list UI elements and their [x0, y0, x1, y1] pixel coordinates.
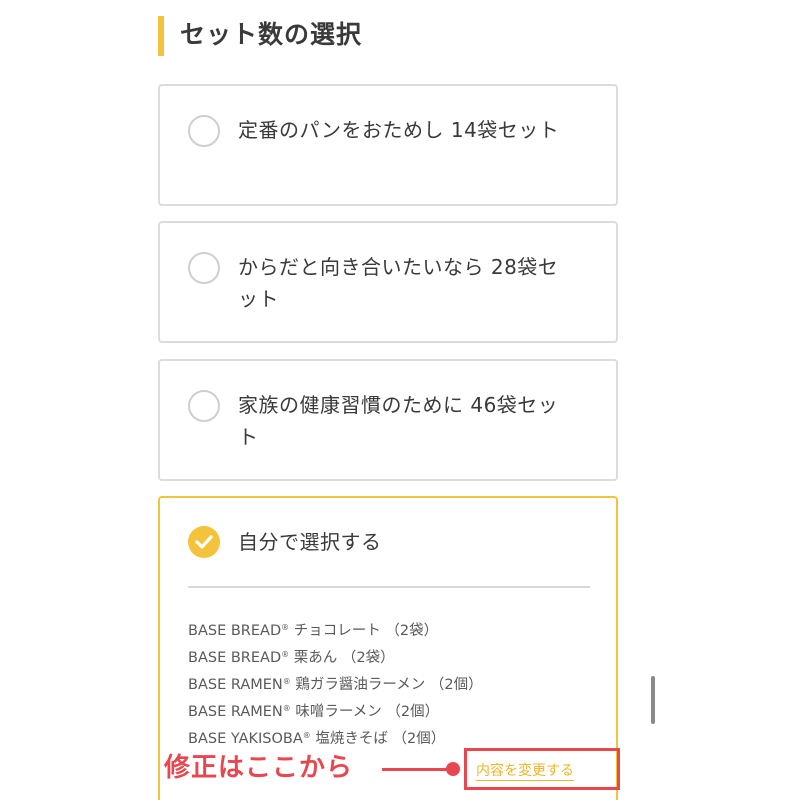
registered-mark: ®: [281, 650, 290, 659]
radio-button-custom[interactable]: [188, 526, 220, 558]
option-card-46[interactable]: 家族の健康習慣のために 46袋セット: [158, 359, 618, 481]
item-qty: （2個）: [429, 677, 483, 693]
list-item: BASE BREAD® 栗あん （2袋）: [188, 643, 483, 670]
item-brand: BASE RAMEN: [188, 704, 283, 720]
item-qty: （2袋）: [341, 650, 395, 666]
annotation-highlight-box: [464, 748, 620, 790]
list-item: BASE RAMEN® 鶏ガラ醤油ラーメン （2個）: [188, 670, 483, 697]
registered-mark: ®: [282, 704, 291, 713]
item-brand: BASE RAMEN: [188, 677, 283, 693]
item-brand: BASE BREAD: [188, 623, 282, 639]
annotation-arrow-line: [382, 768, 450, 771]
annotation-label: 修正はここから: [164, 753, 354, 783]
option-label-custom: 自分で選択する: [238, 530, 382, 554]
radio-button-28[interactable]: [188, 252, 220, 284]
item-qty: （2個）: [386, 704, 440, 720]
item-brand: BASE YAKISOBA: [188, 731, 303, 747]
section-accent-bar: [158, 16, 164, 56]
list-item: BASE BREAD® チョコレート （2袋）: [188, 616, 483, 643]
check-icon: [195, 535, 213, 549]
item-brand: BASE BREAD: [188, 650, 282, 666]
option-label-46: 家族の健康習慣のために 46袋セット: [238, 393, 559, 449]
registered-mark: ®: [302, 731, 311, 740]
item-name: 味噌ラーメン: [295, 704, 382, 720]
list-item: BASE YAKISOBA® 塩焼きそば （2個）: [188, 724, 483, 751]
divider: [188, 586, 590, 588]
item-name: 栗あん: [293, 650, 338, 666]
radio-button-14[interactable]: [188, 115, 220, 147]
option-label-28: からだと向き合いたいなら 28袋セット: [238, 255, 559, 311]
option-card-14[interactable]: 定番のパンをおためし 14袋セット: [158, 84, 618, 206]
scrollbar-thumb[interactable]: [651, 676, 655, 724]
registered-mark: ®: [282, 677, 291, 686]
list-item: BASE RAMEN® 味噌ラーメン （2個）: [188, 697, 483, 724]
page: セット数の選択 定番のパンをおためし 14袋セット からだと向き合いたいなら 2…: [0, 0, 800, 800]
item-qty: （2袋）: [385, 623, 439, 639]
section-title: セット数の選択: [180, 20, 363, 49]
item-name: 塩焼きそば: [315, 731, 388, 747]
item-qty: （2個）: [392, 731, 446, 747]
registered-mark: ®: [281, 623, 290, 632]
annotation-arrow-dot: [446, 762, 460, 776]
custom-item-list: BASE BREAD® チョコレート （2袋） BASE BREAD® 栗あん …: [188, 616, 483, 751]
radio-button-46[interactable]: [188, 390, 220, 422]
option-card-28[interactable]: からだと向き合いたいなら 28袋セット: [158, 221, 618, 343]
item-name: チョコレート: [293, 623, 381, 639]
option-label-14: 定番のパンをおためし 14袋セット: [238, 118, 560, 142]
item-name: 鶏ガラ醤油ラーメン: [295, 677, 426, 693]
